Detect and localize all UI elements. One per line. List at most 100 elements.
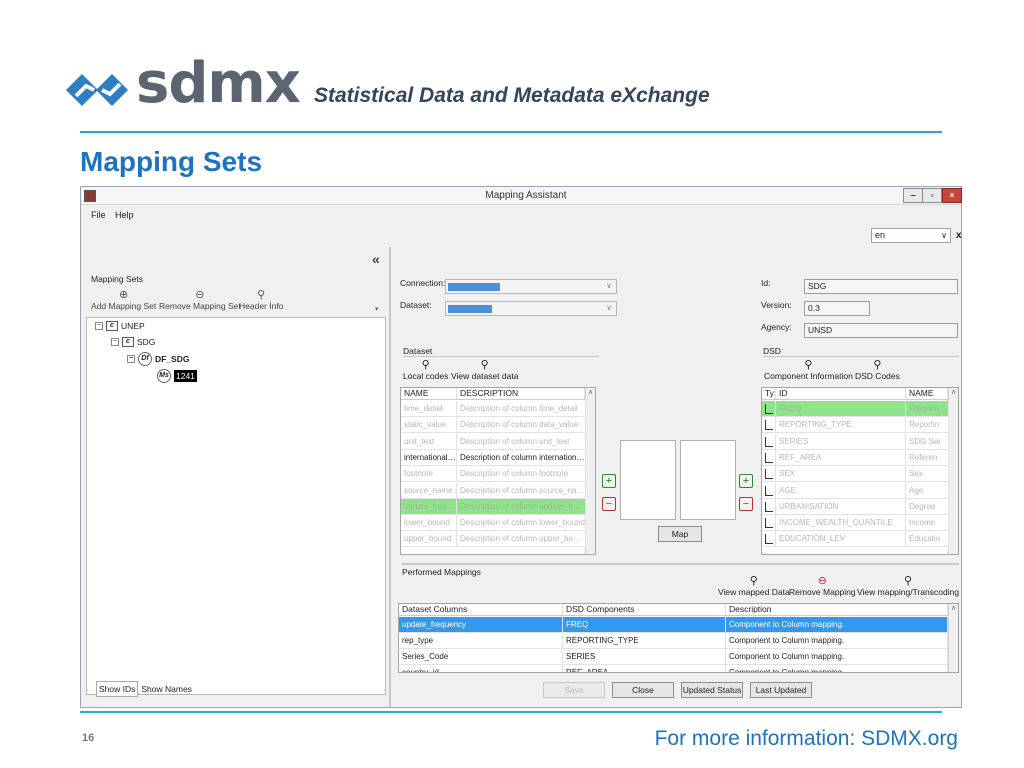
- cell-name: unit_text: [401, 433, 457, 449]
- search-icon: ⚲: [804, 359, 813, 371]
- checkbox-icon[interactable]: [765, 501, 773, 512]
- table-row[interactable]: footnote Description of column footnote: [401, 466, 586, 483]
- collapse-toggle-icon[interactable]: −: [95, 322, 103, 330]
- add-dataset-column-button[interactable]: +: [602, 474, 616, 488]
- agency-label: Agency:: [761, 322, 792, 332]
- local-codes-button[interactable]: ⚲ Local codes: [403, 359, 448, 381]
- column-header-description[interactable]: Description: [726, 604, 948, 615]
- language-close-button[interactable]: x: [956, 230, 962, 241]
- table-row[interactable]: REF_AREA Referen: [762, 449, 949, 466]
- menu-help[interactable]: Help: [115, 210, 134, 220]
- close-button[interactable]: Close: [612, 682, 674, 698]
- tree-label-dataflow: DF_SDG: [155, 354, 190, 364]
- tab-show-ids[interactable]: Show IDs: [96, 681, 139, 697]
- tab-show-names[interactable]: Show Names: [138, 681, 195, 697]
- view-dataset-data-button[interactable]: ⚲ View dataset data: [451, 359, 518, 381]
- table-row[interactable]: Series_Code SERIES Component to Column map…: [399, 649, 948, 665]
- minimize-button[interactable]: –: [903, 188, 923, 203]
- dsd-codes-button[interactable]: ⚲ DSD Codes: [855, 359, 900, 381]
- column-header-name[interactable]: NAME: [906, 388, 948, 399]
- column-header-dsd-components[interactable]: DSD Components: [563, 604, 726, 615]
- column-header-id[interactable]: ID: [776, 388, 906, 399]
- table-header: Dataset Columns DSD Components Descripti…: [399, 604, 958, 616]
- checkbox-icon[interactable]: [765, 534, 773, 545]
- slide-title: Mapping Sets: [80, 146, 263, 177]
- table-row[interactable]: update_frequency FREQ Component to Column …: [399, 617, 948, 633]
- table-row[interactable]: static_value Description of column data_v…: [401, 417, 586, 434]
- table-row[interactable]: REPORTING_TYPE Reportin: [762, 417, 949, 434]
- table-row[interactable]: AGE Age: [762, 482, 949, 499]
- mappings-table-scrollbar[interactable]: ∧: [948, 604, 958, 672]
- table-row[interactable]: URBANISATION Degree: [762, 498, 949, 515]
- table-row[interactable]: update_frequ... Description of column upd…: [401, 498, 586, 515]
- component-information-button[interactable]: ⚲ Component Information: [764, 359, 853, 381]
- collapse-toggle-icon[interactable]: −: [127, 355, 135, 363]
- cell-dataset-column: update_frequency: [399, 617, 563, 632]
- close-window-button[interactable]: ×: [942, 188, 962, 203]
- cell-name: lower_bound: [401, 515, 457, 531]
- id-label: Id:: [761, 278, 771, 288]
- checkbox-icon[interactable]: [765, 452, 773, 463]
- menu-file[interactable]: File: [91, 210, 106, 220]
- table-row[interactable]: unit_text Description of column unit_text: [401, 433, 586, 450]
- table-row[interactable]: SEX Sex: [762, 466, 949, 483]
- collapse-toggle-icon[interactable]: −: [111, 338, 119, 346]
- cell-description: Description of column unit_text: [457, 433, 586, 449]
- table-row[interactable]: country_id REF_AREA Component to Column ma…: [399, 665, 948, 672]
- save-button[interactable]: Save: [543, 682, 605, 698]
- table-row[interactable]: INCOME_WEALTH_QUANTILE Income: [762, 515, 949, 532]
- checkbox-icon[interactable]: [765, 420, 773, 431]
- column-header-description[interactable]: DESCRIPTION: [457, 388, 585, 399]
- table-row[interactable]: upper_bound Description of column upper_b…: [401, 531, 586, 548]
- table-row[interactable]: rep_type REPORTING_TYPE Component to Colum…: [399, 633, 948, 649]
- table-row[interactable]: lower_bound Description of column lower_b…: [401, 515, 586, 532]
- map-button[interactable]: Map: [658, 526, 702, 542]
- add-dsd-component-button[interactable]: +: [739, 474, 753, 488]
- category-icon: c: [106, 321, 118, 331]
- version-field[interactable]: 0.3: [804, 301, 870, 316]
- checkbox-icon[interactable]: [765, 485, 773, 496]
- dataset-select[interactable]: ∨: [445, 301, 617, 316]
- column-header-dataset-columns[interactable]: Dataset Columns: [399, 604, 563, 615]
- cell-dsd-component: REPORTING_TYPE: [563, 633, 726, 648]
- language-select[interactable]: en ∨: [871, 228, 951, 243]
- remove-mapping-set-button[interactable]: ⊖ Remove Mapping Set: [159, 289, 241, 311]
- tree-node-unep[interactable]: − c UNEP: [95, 321, 145, 331]
- checkbox-icon[interactable]: [765, 518, 773, 529]
- dsd-table-scrollbar[interactable]: ∧: [948, 388, 958, 554]
- connection-select[interactable]: ∨: [445, 279, 617, 294]
- table-row[interactable]: SERIES SDG Ser: [762, 433, 949, 450]
- remove-mapping-button[interactable]: ⊖ Remove Mapping: [789, 575, 856, 597]
- table-row[interactable]: international_t... Description of column …: [401, 449, 586, 466]
- table-row[interactable]: time_detail Description of column time_de…: [401, 401, 586, 417]
- checkbox-icon[interactable]: [765, 436, 773, 447]
- add-mapping-set-button[interactable]: ⊕ Add Mapping Set: [91, 289, 156, 311]
- table-row[interactable]: EDUCATION_LEV Educatio: [762, 531, 949, 548]
- column-header-name[interactable]: NAME: [401, 388, 457, 399]
- remove-dataset-column-button[interactable]: −: [602, 497, 616, 511]
- tree-node-mapping-set[interactable]: Ms 1241: [157, 369, 197, 383]
- footer-link[interactable]: For more information: SDMX.org: [655, 727, 958, 751]
- table-row[interactable]: source_name Description of column source_…: [401, 482, 586, 499]
- view-mapping-transcoding-button[interactable]: ⚲ View mapping/Transcoding: [857, 575, 959, 597]
- column-header-type[interactable]: Ty: [762, 388, 776, 399]
- checkbox-icon[interactable]: [765, 469, 773, 480]
- maximize-button[interactable]: ▫: [922, 188, 942, 203]
- dataset-table-scrollbar[interactable]: ∧: [585, 388, 595, 554]
- tree-node-dataflow[interactable]: − Df DF_SDG: [127, 352, 189, 366]
- last-updated-button[interactable]: Last Updated: [750, 682, 812, 698]
- checkbox-icon[interactable]: [765, 404, 773, 414]
- logo-wordmark: sdmx: [136, 51, 301, 116]
- agency-field[interactable]: UNSD: [804, 323, 958, 338]
- title-bar: Mapping Assistant – ▫ ×: [81, 187, 962, 205]
- tree-node-sdg[interactable]: − c SDG: [111, 337, 155, 347]
- id-field[interactable]: SDG: [804, 279, 958, 294]
- view-mapped-data-button[interactable]: ⚲ View mapped Data: [718, 575, 790, 597]
- cell-name: Sex: [906, 466, 949, 482]
- toolbar-overflow-icon[interactable]: ▾: [375, 305, 379, 313]
- updated-status-button[interactable]: Updated Status: [681, 682, 743, 698]
- header-info-button[interactable]: ⚲ Header Info: [239, 289, 283, 311]
- table-row[interactable]: FREQ Frequen: [762, 401, 949, 417]
- collapse-panel-icon[interactable]: «: [372, 251, 380, 267]
- remove-dsd-component-button[interactable]: −: [739, 497, 753, 511]
